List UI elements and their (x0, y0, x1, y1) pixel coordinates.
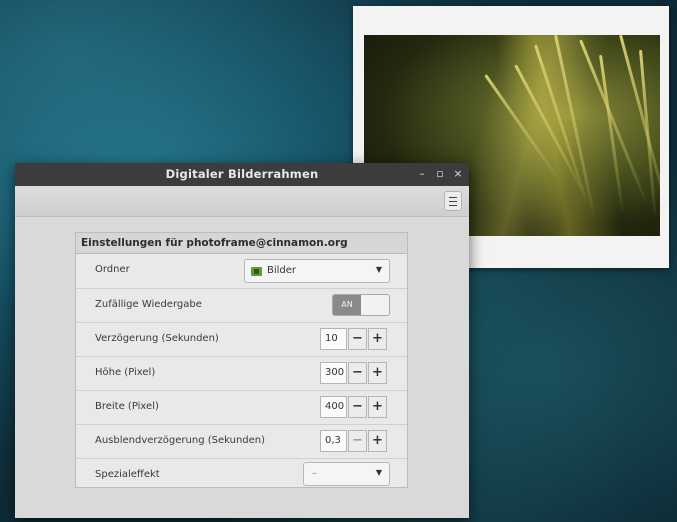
height-decrement-button[interactable]: − (348, 362, 367, 384)
folder-icon (251, 267, 262, 276)
fade-delay-stepper: 0,3 − + (320, 430, 390, 452)
height-increment-button[interactable]: + (368, 362, 387, 384)
setting-row-delay: Verzögerung (Sekunden) 10 − + (76, 322, 407, 356)
delay-increment-button[interactable]: + (368, 328, 387, 350)
setting-row-shuffle: Zufällige Wiedergabe AN (76, 288, 407, 322)
setting-row-width: Breite (Pixel) 400 − + (76, 390, 407, 424)
folder-dropdown[interactable]: Bilder ▼ (244, 259, 390, 283)
header-toolbar (15, 186, 469, 217)
close-button[interactable]: × (451, 166, 465, 182)
window-title: Digitaler Bilderrahmen (165, 167, 319, 181)
section-header: Einstellungen für photoframe@cinnamon.or… (76, 233, 407, 254)
fade-delay-increment-button[interactable]: + (368, 430, 387, 452)
effect-dropdown-value: – (312, 468, 317, 479)
content-area: Einstellungen für photoframe@cinnamon.or… (15, 217, 469, 518)
fade-delay-input[interactable]: 0,3 (320, 430, 347, 452)
folder-label: Ordner (95, 264, 130, 275)
effect-label: Spezialeffekt (95, 469, 160, 480)
height-input[interactable]: 300 (320, 362, 347, 384)
width-increment-button[interactable]: + (368, 396, 387, 418)
height-label: Höhe (Pixel) (95, 367, 156, 378)
delay-stepper: 10 − + (320, 328, 390, 350)
width-decrement-button[interactable]: − (348, 396, 367, 418)
shuffle-toggle[interactable]: AN (332, 294, 390, 316)
width-label: Breite (Pixel) (95, 401, 159, 412)
setting-row-fade-delay: Ausblendverzögerung (Sekunden) 0,3 − + (76, 424, 407, 458)
width-stepper: 400 − + (320, 396, 390, 418)
width-input[interactable]: 400 (320, 396, 347, 418)
delay-input[interactable]: 10 (320, 328, 347, 350)
height-stepper: 300 − + (320, 362, 390, 384)
shuffle-label: Zufällige Wiedergabe (95, 299, 202, 310)
maximize-button[interactable]: ▫ (433, 166, 447, 182)
setting-row-folder: Ordner Bilder ▼ (76, 254, 407, 288)
setting-row-effect: Spezialeffekt – ▼ (76, 458, 407, 488)
window-titlebar[interactable]: Digitaler Bilderrahmen – ▫ × (15, 163, 469, 186)
delay-decrement-button[interactable]: − (348, 328, 367, 350)
fade-delay-decrement-button[interactable]: − (348, 430, 367, 452)
minimize-button[interactable]: – (415, 166, 429, 182)
settings-section: Einstellungen für photoframe@cinnamon.or… (75, 232, 408, 488)
toggle-on-text: AN (333, 295, 361, 315)
folder-dropdown-value: Bilder (267, 265, 297, 276)
delay-label: Verzögerung (Sekunden) (95, 333, 219, 344)
fade-delay-label: Ausblendverzögerung (Sekunden) (95, 435, 266, 446)
chevron-down-icon: ▼ (375, 468, 382, 477)
settings-window: Digitaler Bilderrahmen – ▫ × Einstellung… (15, 163, 469, 518)
chevron-down-icon: ▼ (375, 265, 382, 274)
hamburger-menu-button[interactable] (444, 191, 462, 211)
setting-row-height: Höhe (Pixel) 300 − + (76, 356, 407, 390)
effect-dropdown[interactable]: – ▼ (303, 462, 390, 486)
